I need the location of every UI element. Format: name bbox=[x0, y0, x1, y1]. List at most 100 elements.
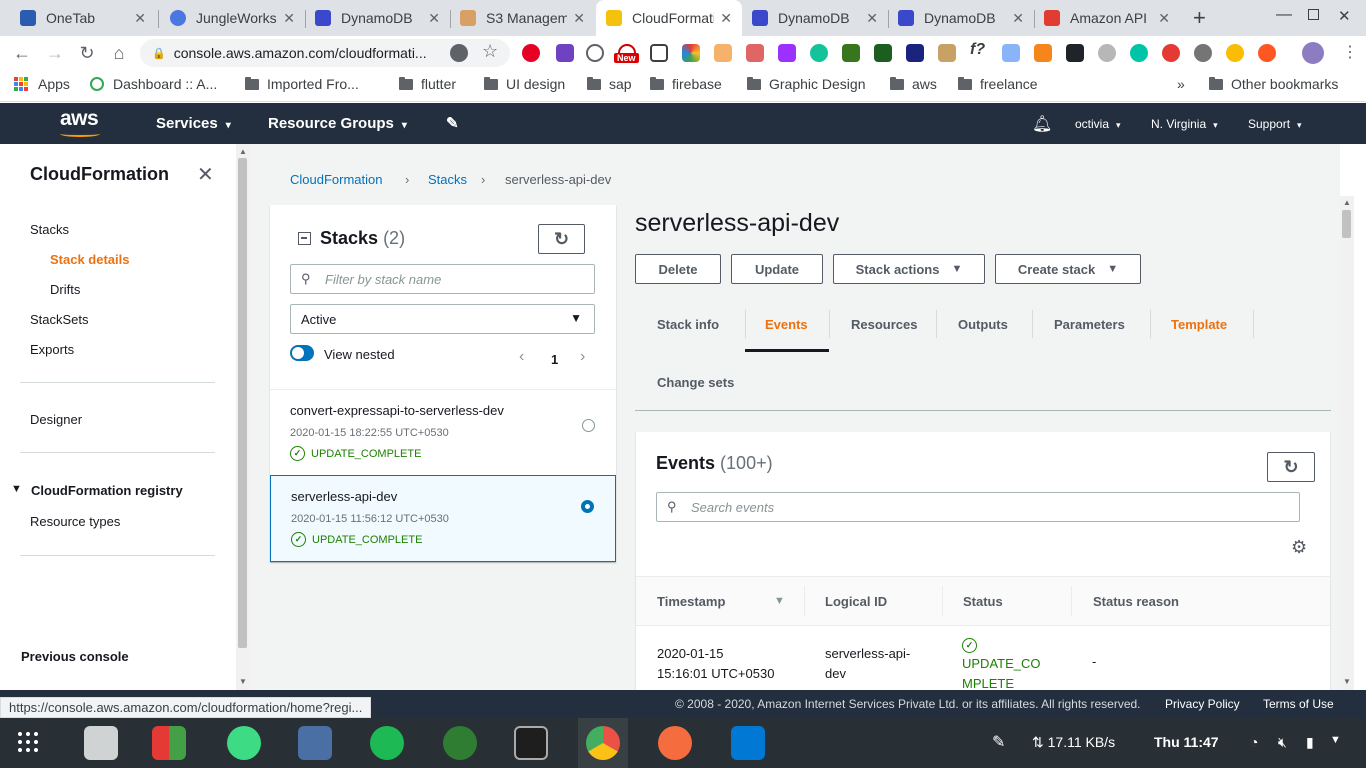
resource-groups-menu[interactable]: Resource Groups ▾ bbox=[268, 115, 407, 132]
bookmark-dashboard[interactable]: Dashboard :: A... bbox=[90, 76, 217, 92]
close-tab-icon[interactable]: ✕ bbox=[1012, 10, 1024, 27]
edit-pen-icon[interactable]: ✎ bbox=[992, 732, 1005, 752]
stack-list-item[interactable]: convert-expressapi-to-serverless-dev 202… bbox=[270, 389, 616, 475]
caret-down-icon[interactable]: ▼ bbox=[11, 483, 22, 495]
browser-tab[interactable]: Amazon API ✕ bbox=[1034, 0, 1180, 36]
extension-icon[interactable] bbox=[1226, 44, 1244, 62]
tab-template[interactable]: Template bbox=[1171, 317, 1227, 332]
bookmark-folder[interactable]: freelance bbox=[958, 76, 1038, 92]
sidebar-scroll-thumb[interactable] bbox=[238, 158, 247, 648]
sidebar-item-resource-types[interactable]: Resource types bbox=[30, 514, 120, 529]
stack-list-item-selected[interactable]: serverless-api-dev 2020-01-15 11:56:12 U… bbox=[270, 475, 616, 562]
app-launcher-icon[interactable] bbox=[18, 732, 38, 752]
browser-tab-active[interactable]: CloudFormation ✕ bbox=[596, 0, 742, 36]
stack-radio-selected[interactable] bbox=[581, 500, 594, 513]
forward-arrow-icon[interactable]: → bbox=[42, 40, 68, 66]
collapse-panel-icon[interactable] bbox=[298, 232, 311, 245]
android-studio-icon[interactable] bbox=[227, 726, 261, 760]
breadcrumb-stacks[interactable]: Stacks bbox=[428, 172, 467, 187]
close-tab-icon[interactable]: ✕ bbox=[283, 10, 295, 27]
extension-icon[interactable] bbox=[586, 44, 604, 62]
terminal-icon[interactable] bbox=[514, 726, 548, 760]
close-tab-icon[interactable]: ✕ bbox=[720, 10, 732, 27]
tab-change-sets[interactable]: Change sets bbox=[657, 375, 734, 390]
grammarly-extension-icon[interactable] bbox=[810, 44, 828, 62]
wifi-icon[interactable]: ◔ bbox=[1250, 734, 1258, 750]
java-extension-icon[interactable] bbox=[746, 44, 764, 62]
sidebar-item-exports[interactable]: Exports bbox=[30, 342, 74, 357]
column-header-status[interactable]: Status bbox=[963, 594, 1003, 609]
react-devtools-extension-icon[interactable] bbox=[1066, 44, 1084, 62]
search-events-input[interactable]: ⚲ Search events bbox=[656, 492, 1300, 522]
tab-stack-info[interactable]: Stack info bbox=[657, 317, 719, 332]
privacy-policy-link[interactable]: Privacy Policy bbox=[1165, 697, 1240, 711]
sort-descending-icon[interactable]: ▼ bbox=[774, 595, 785, 607]
update-button[interactable]: Update bbox=[731, 254, 823, 284]
close-window-icon[interactable]: ✕ bbox=[1338, 7, 1351, 25]
column-header-status-reason[interactable]: Status reason bbox=[1093, 594, 1179, 609]
sidebar-item-designer[interactable]: Designer bbox=[30, 412, 82, 427]
browser-tab[interactable]: DynamoDB ✕ bbox=[888, 0, 1034, 36]
scroll-up-icon[interactable]: ▲ bbox=[1343, 198, 1351, 207]
file-manager-icon[interactable] bbox=[84, 726, 118, 760]
sidebar-item-stacksets[interactable]: StackSets bbox=[30, 312, 89, 327]
column-header-logical-id[interactable]: Logical ID bbox=[825, 594, 887, 609]
services-menu[interactable]: Services ▾ bbox=[156, 115, 231, 132]
vue-extension-icon[interactable] bbox=[906, 44, 924, 62]
pin-icon[interactable]: ✎ bbox=[446, 114, 459, 132]
extension-icon[interactable] bbox=[1130, 44, 1148, 62]
excel-extension-icon[interactable] bbox=[874, 44, 892, 62]
close-tab-icon[interactable]: ✕ bbox=[134, 10, 146, 27]
stack-actions-button[interactable]: Stack actions ▼ bbox=[833, 254, 985, 284]
bookmark-folder[interactable]: aws bbox=[890, 76, 937, 92]
tab-parameters[interactable]: Parameters bbox=[1054, 317, 1125, 332]
bookmarks-overflow-button[interactable]: » bbox=[1177, 76, 1185, 92]
bookmark-star-icon[interactable]: ☆ bbox=[482, 41, 498, 62]
font-extension-icon[interactable]: f? bbox=[970, 41, 985, 59]
preferences-gear-icon[interactable]: ⚙ bbox=[1291, 537, 1307, 558]
vscode-icon[interactable] bbox=[731, 726, 765, 760]
view-nested-toggle[interactable] bbox=[290, 345, 314, 361]
rocket-app-icon[interactable] bbox=[443, 726, 477, 760]
status-filter-select[interactable]: Active ▼ bbox=[290, 304, 595, 334]
postman-icon[interactable] bbox=[658, 726, 692, 760]
extension-icon[interactable] bbox=[714, 44, 732, 62]
software-center-icon[interactable] bbox=[152, 726, 186, 760]
bookmark-folder[interactable]: sap bbox=[587, 76, 632, 92]
bookmark-folder[interactable]: Graphic Design bbox=[747, 76, 866, 92]
refresh-events-button[interactable]: ↻ bbox=[1267, 452, 1315, 482]
sidebar-item-stack-details[interactable]: Stack details bbox=[50, 252, 130, 267]
extension-icon[interactable] bbox=[1194, 44, 1212, 62]
previous-console-link[interactable]: Previous console bbox=[21, 649, 129, 664]
chevron-down-icon[interactable]: ▼ bbox=[1330, 734, 1341, 746]
tab-resources[interactable]: Resources bbox=[851, 317, 917, 332]
tab-events[interactable]: Events bbox=[765, 317, 808, 332]
close-tab-icon[interactable]: ✕ bbox=[1158, 10, 1170, 27]
column-header-timestamp[interactable]: Timestamp bbox=[657, 594, 725, 609]
scroll-down-icon[interactable]: ▼ bbox=[239, 677, 247, 686]
sidebar-item-stacks[interactable]: Stacks bbox=[30, 222, 69, 237]
extension-icon[interactable] bbox=[1162, 44, 1180, 62]
browser-tab[interactable]: S3 Management ✕ bbox=[450, 0, 595, 36]
support-menu[interactable]: Support ▾ bbox=[1248, 117, 1302, 131]
close-tab-icon[interactable]: ✕ bbox=[866, 10, 878, 27]
sidebar-scrollbar[interactable]: ▲ ▼ bbox=[236, 144, 250, 690]
back-arrow-icon[interactable]: ← bbox=[9, 40, 35, 66]
region-menu[interactable]: N. Virginia ▾ bbox=[1151, 117, 1218, 131]
feather-extension-icon[interactable] bbox=[778, 44, 796, 62]
scroll-down-icon[interactable]: ▼ bbox=[1343, 677, 1351, 686]
color-picker-extension-icon[interactable] bbox=[682, 44, 700, 62]
screenshot-extension-icon[interactable] bbox=[650, 44, 668, 62]
main-scroll-thumb[interactable] bbox=[1342, 210, 1351, 238]
extension-icon[interactable] bbox=[1098, 44, 1116, 62]
extension-icon[interactable] bbox=[938, 44, 956, 62]
spotify-icon[interactable] bbox=[370, 726, 404, 760]
previous-page-icon[interactable]: ‹ bbox=[519, 348, 524, 366]
site-settings-icon[interactable] bbox=[450, 44, 468, 62]
delete-button[interactable]: Delete bbox=[635, 254, 721, 284]
extension-icon[interactable] bbox=[1258, 44, 1276, 62]
aws-logo[interactable]: aws bbox=[60, 107, 99, 131]
breadcrumb-cloudformation[interactable]: CloudFormation bbox=[290, 172, 383, 187]
browser-tab[interactable]: DynamoDB ✕ bbox=[742, 0, 888, 36]
home-icon[interactable]: ⌂ bbox=[106, 40, 132, 66]
